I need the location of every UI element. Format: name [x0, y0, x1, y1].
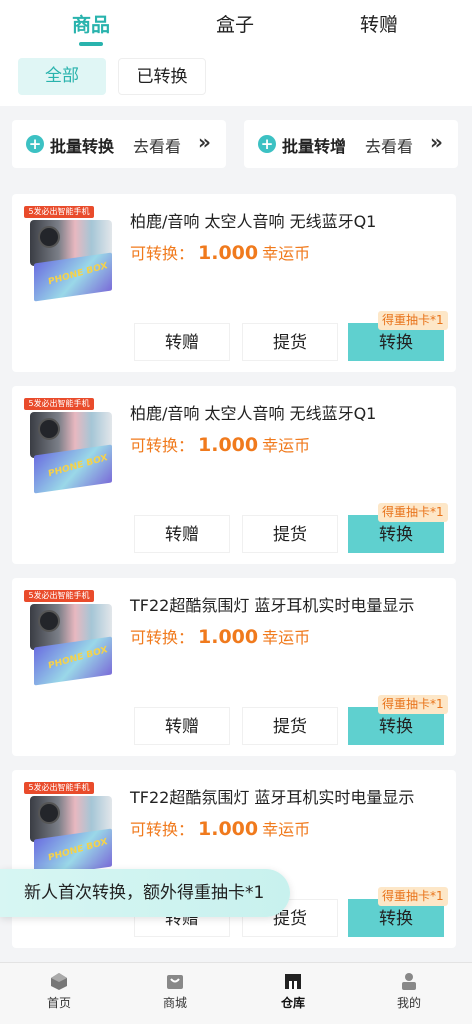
price-currency: 幸运币	[262, 628, 311, 647]
batch-convert-title: 批量转换	[50, 137, 115, 156]
reward-badge: 得重抽卡*1	[378, 695, 448, 714]
filter-chips: 全部 已转换	[0, 58, 472, 98]
product-card[interactable]: 5发必出智能手机 PHONE BOX TF22超酷氛围灯 蓝牙耳机实时电量显示 …	[12, 770, 456, 948]
product-card[interactable]: 5发必出智能手机 PHONE BOX 柏鹿/音响 太空人音响 无线蓝牙Q1 可转…	[12, 194, 456, 372]
price-currency: 幸运币	[262, 820, 311, 839]
product-image: 5发必出智能手机 PHONE BOX	[24, 204, 116, 302]
nav-label: 仓库	[280, 996, 305, 1010]
price-row: 可转换： 1.000 幸运币	[130, 432, 310, 456]
product-tag: 5发必出智能手机	[24, 398, 94, 410]
pickup-button[interactable]: 提货	[242, 515, 338, 553]
product-image: 5发必出智能手机 PHONE BOX	[24, 780, 116, 878]
price-row: 可转换： 1.000 幸运币	[130, 624, 310, 648]
shop-icon	[167, 975, 183, 989]
price-row: 可转换： 1.000 幸运币	[130, 240, 310, 264]
price-currency: 幸运币	[262, 436, 311, 455]
price-label: 可转换：	[130, 244, 195, 263]
product-tag: 5发必出智能手机	[24, 590, 94, 602]
batch-convert-link[interactable]: 去看看	[133, 133, 181, 157]
pickup-button[interactable]: 提货	[242, 323, 338, 361]
product-tag: 5发必出智能手机	[24, 782, 94, 794]
main-tabs: 商品 盒子 转赠	[0, 0, 472, 50]
price-label: 可转换：	[130, 628, 195, 647]
tab-gift[interactable]: 转赠	[319, 10, 439, 38]
active-tab-indicator	[79, 42, 103, 46]
double-chevron-right-icon: »	[430, 130, 443, 154]
product-title: TF22超酷氛围灯 蓝牙耳机实时电量显示	[130, 596, 415, 615]
price-value: 1.000	[198, 434, 259, 456]
profile-icon	[402, 973, 416, 990]
double-chevron-right-icon: »	[198, 130, 211, 154]
box-label: PHONE BOX	[47, 837, 109, 864]
filter-converted[interactable]: 已转换	[118, 58, 206, 95]
product-title: 柏鹿/音响 太空人音响 无线蓝牙Q1	[130, 212, 377, 231]
product-card[interactable]: 5发必出智能手机 PHONE BOX TF22超酷氛围灯 蓝牙耳机实时电量显示 …	[12, 578, 456, 756]
reward-badge: 得重抽卡*1	[378, 503, 448, 522]
price-label: 可转换：	[130, 820, 195, 839]
box-label: PHONE BOX	[47, 645, 109, 672]
plus-circle-icon: +	[26, 135, 44, 153]
product-image: 5发必出智能手机 PHONE BOX	[24, 396, 116, 494]
top-bar: 商品 盒子 转赠 全部 已转换	[0, 0, 472, 106]
reward-badge: 得重抽卡*1	[378, 887, 448, 906]
nav-label: 首页	[46, 996, 71, 1010]
filter-all[interactable]: 全部	[18, 58, 106, 95]
nav-item-mine[interactable]: 我的	[369, 971, 449, 1011]
product-title: TF22超酷氛围灯 蓝牙耳机实时电量显示	[130, 788, 415, 807]
home-icon	[51, 973, 67, 990]
new-user-toast: 新人首次转换，额外得重抽卡*1	[0, 869, 290, 917]
plus-circle-icon: +	[258, 135, 276, 153]
box-label: PHONE BOX	[47, 453, 109, 480]
price-currency: 幸运币	[262, 244, 311, 263]
batch-gift-title: 批量转增	[282, 137, 347, 156]
box-label: PHONE BOX	[47, 261, 109, 288]
reward-badge: 得重抽卡*1	[378, 311, 448, 330]
gift-button[interactable]: 转赠	[134, 707, 230, 745]
nav-item-home[interactable]: 首页	[19, 971, 99, 1011]
price-value: 1.000	[198, 242, 259, 264]
tab-boxes[interactable]: 盒子	[175, 10, 295, 38]
gift-button[interactable]: 转赠	[134, 515, 230, 553]
nav-item-warehouse[interactable]: 仓库	[253, 971, 333, 1011]
product-image: 5发必出智能手机 PHONE BOX	[24, 588, 116, 686]
warehouse-icon	[285, 974, 301, 989]
price-row: 可转换： 1.000 幸运币	[130, 816, 310, 840]
nav-item-shop[interactable]: 商城	[135, 971, 215, 1011]
batch-gift-card[interactable]: + 批量转增 去看看 »	[244, 120, 458, 168]
bottom-nav: 首页 商城 仓库 我的	[0, 962, 472, 1024]
product-title: 柏鹿/音响 太空人音响 无线蓝牙Q1	[130, 404, 377, 423]
nav-label: 商城	[162, 996, 187, 1010]
product-card[interactable]: 5发必出智能手机 PHONE BOX 柏鹿/音响 太空人音响 无线蓝牙Q1 可转…	[12, 386, 456, 564]
tab-goods[interactable]: 商品	[31, 10, 151, 38]
price-label: 可转换：	[130, 436, 195, 455]
price-value: 1.000	[198, 818, 259, 840]
batch-convert-card[interactable]: + 批量转换 去看看 »	[12, 120, 226, 168]
batch-gift-link[interactable]: 去看看	[365, 133, 413, 157]
gift-button[interactable]: 转赠	[134, 323, 230, 361]
nav-label: 我的	[396, 996, 421, 1010]
price-value: 1.000	[198, 626, 259, 648]
pickup-button[interactable]: 提货	[242, 707, 338, 745]
product-tag: 5发必出智能手机	[24, 206, 94, 218]
